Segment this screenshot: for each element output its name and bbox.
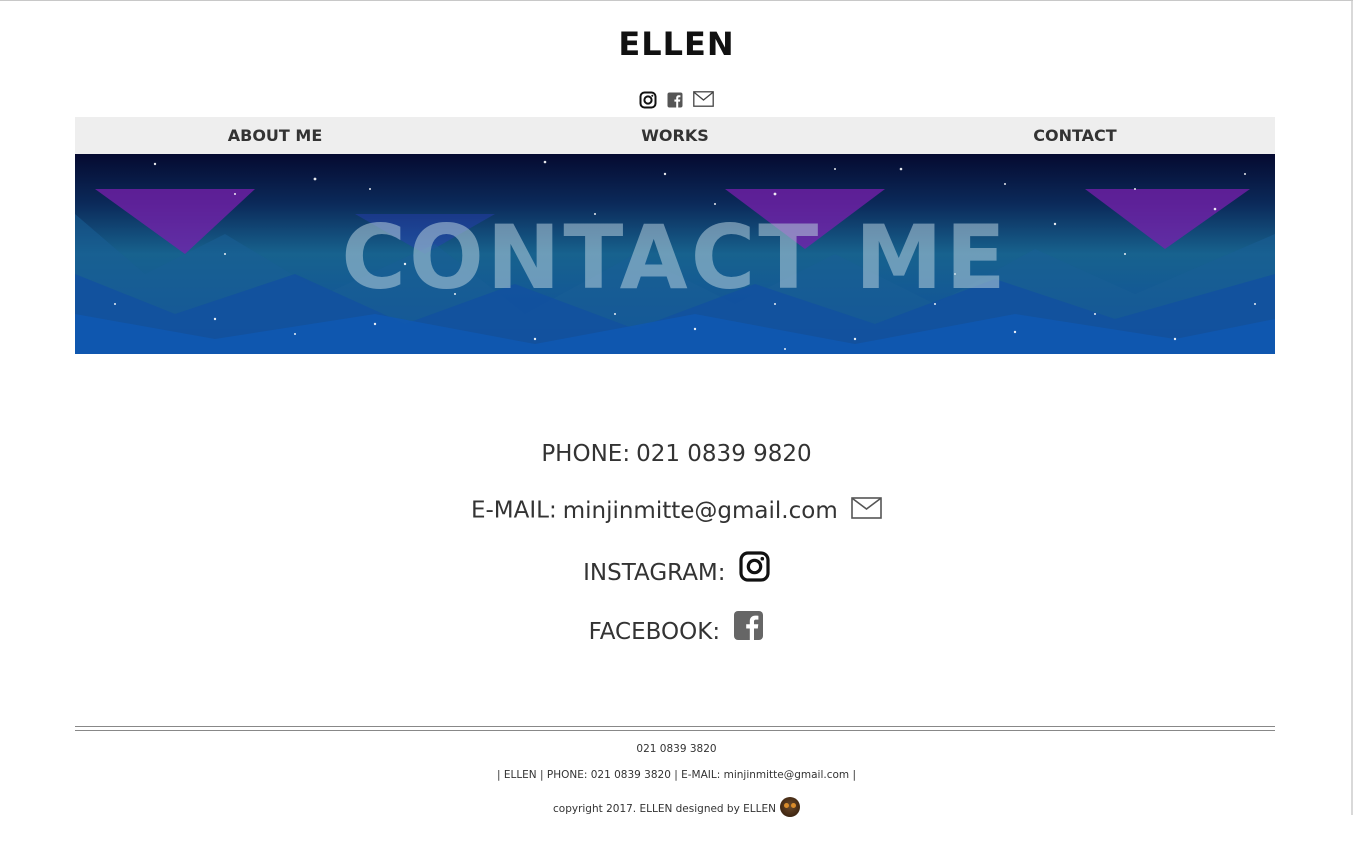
facebook-line: FACEBOOK: [0, 610, 1353, 647]
nav-works[interactable]: WORKS [475, 117, 875, 154]
nav-about-me[interactable]: ABOUT ME [75, 117, 475, 154]
footer-copyright-line: copyright 2017. ELLEN designed by ELLEN [0, 797, 1353, 817]
instagram-icon[interactable] [639, 91, 657, 109]
contact-banner: CONTACT ME [75, 154, 1275, 354]
nav-contact[interactable]: CONTACT [875, 117, 1275, 154]
mail-icon[interactable] [851, 497, 882, 525]
footer-info: | ELLEN | PHONE: 021 0839 3820 | E-MAIL:… [496, 769, 857, 781]
footer-divider [75, 726, 1275, 727]
instagram-icon[interactable] [739, 551, 770, 588]
site-title[interactable]: ELLEN [0, 25, 1353, 63]
facebook-icon[interactable] [733, 610, 764, 647]
mail-icon[interactable] [693, 91, 714, 109]
main-nav: ABOUT ME WORKS CONTACT [75, 117, 1275, 154]
email-value[interactable]: minjinmitte@gmail.com [563, 498, 838, 524]
email-label: E-MAIL: [470, 497, 557, 524]
facebook-label: FACEBOOK: [588, 619, 721, 645]
banner-title: CONTACT ME [341, 206, 1009, 309]
email-line: E-MAIL: minjinmitte@gmail.com [0, 497, 1353, 525]
footer-divider [75, 730, 1275, 731]
header-social-icons [0, 91, 1353, 109]
phone-value: 021 0839 9820 [636, 441, 812, 467]
footer-copyright: copyright 2017. ELLEN designed by ELLEN [553, 803, 776, 815]
phone-label: PHONE: [541, 441, 631, 467]
instagram-label: INSTAGRAM: [583, 560, 726, 586]
phone-line: PHONE: 021 0839 9820 [0, 441, 1353, 467]
footer-phone: 021 0839 3820 [636, 743, 717, 755]
avatar [779, 797, 800, 817]
instagram-line: INSTAGRAM: [0, 551, 1353, 588]
facebook-icon[interactable] [666, 91, 684, 109]
